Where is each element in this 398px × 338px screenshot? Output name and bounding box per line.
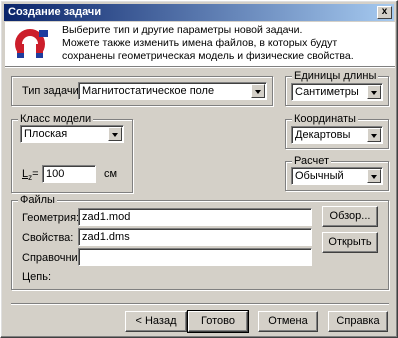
files-group: Файлы Геометрия: zad1.mod Обзор... Свойс… — [11, 194, 389, 290]
chevron-down-icon[interactable] — [367, 169, 381, 183]
properties-input[interactable]: zad1.dms — [78, 228, 312, 246]
geometry-label: Геометрия: — [22, 212, 80, 224]
lz-unit: см — [104, 168, 118, 180]
title-bar[interactable]: Создание задачи x — [4, 4, 394, 21]
task-type-group: Тип задачи: Магнитостатическое поле — [11, 76, 273, 106]
magnet-app-icon — [15, 29, 48, 60]
model-class-select[interactable]: Плоская — [20, 125, 124, 143]
length-units-value: Сантиметры — [295, 86, 359, 98]
header-description: Выберите тип и другие параметры новой за… — [62, 24, 392, 63]
coordinates-title: Координаты — [292, 113, 358, 125]
close-button[interactable]: x — [377, 6, 392, 19]
task-type-label: Тип задачи: — [22, 85, 82, 97]
coordinates-group: Координаты Декартовы — [285, 113, 389, 149]
length-units-group: Единицы длины Сантиметры — [285, 70, 389, 106]
header-line-2: Можете также изменить имена файлов, в ко… — [62, 37, 338, 49]
files-title: Файлы — [18, 194, 57, 206]
header-line-1: Выберите тип и другие параметры новой за… — [62, 24, 303, 36]
lz-input[interactable]: 100 — [42, 165, 96, 183]
chevron-down-icon[interactable] — [367, 85, 381, 99]
open-button[interactable]: Открыть — [322, 232, 378, 253]
coordinates-select[interactable]: Декартовы — [291, 126, 383, 144]
done-button[interactable]: Готово — [187, 310, 249, 333]
model-class-title: Класс модели — [18, 113, 94, 125]
task-type-value: Магнитостатическое поле — [82, 85, 215, 97]
lz-label: Lz= — [22, 168, 39, 183]
coordinates-value: Декартовы — [295, 129, 351, 141]
calculation-value: Обычный — [295, 170, 344, 182]
help-button[interactable]: Справка — [328, 311, 388, 332]
task-type-select[interactable]: Магнитостатическое поле — [78, 82, 267, 100]
create-task-dialog: Создание задачи x Выберите тип и другие … — [0, 0, 398, 338]
chevron-down-icon[interactable] — [367, 128, 381, 142]
wizard-header: Выберите тип и другие параметры новой за… — [5, 22, 395, 66]
chain-label: Цепь: — [22, 271, 51, 283]
reference-input[interactable] — [78, 248, 312, 266]
chevron-down-icon[interactable] — [108, 127, 122, 141]
calculation-title: Расчет — [292, 155, 331, 167]
window-title: Создание задачи — [8, 6, 102, 18]
chevron-down-icon[interactable] — [251, 84, 265, 98]
header-divider — [5, 66, 395, 68]
footer-divider — [11, 303, 389, 305]
header-line-3: сохранены геометрическая модель и физиче… — [62, 50, 354, 62]
calculation-group: Расчет Обычный — [285, 155, 389, 191]
browse-button[interactable]: Обзор... — [322, 206, 378, 227]
geometry-input[interactable]: zad1.mod — [78, 208, 312, 226]
length-units-select[interactable]: Сантиметры — [291, 83, 383, 101]
calculation-select[interactable]: Обычный — [291, 167, 383, 185]
length-units-title: Единицы длины — [292, 70, 379, 82]
back-button[interactable]: < Назад — [125, 311, 187, 332]
model-class-group: Класс модели Плоская Lz= 100 см — [11, 113, 133, 193]
reference-label: Справочник: — [22, 252, 86, 264]
model-class-value: Плоская — [24, 128, 68, 140]
properties-label: Свойства: — [22, 232, 74, 244]
cancel-button[interactable]: Отмена — [258, 311, 318, 332]
